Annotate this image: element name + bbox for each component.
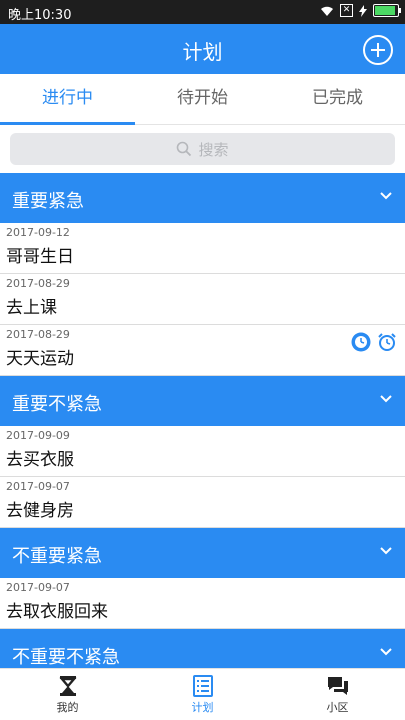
item-name: 去健身房	[6, 501, 74, 521]
item-date: 2017-08-29	[6, 328, 70, 341]
plan-list: 重要紧急 2017-09-12 哥哥生日 2017-08-29 去上课 2017…	[0, 173, 405, 679]
alarm-clock-icon[interactable]	[377, 332, 397, 352]
chat-icon	[327, 677, 348, 695]
nav-item-community[interactable]: 小区	[270, 669, 405, 720]
search-placeholder: 搜索	[198, 140, 229, 159]
list-icon	[192, 675, 213, 697]
nav-item-plan[interactable]: 计划	[135, 669, 270, 720]
item-date: 2017-08-29	[6, 277, 70, 290]
item-date: 2017-09-12	[6, 226, 70, 239]
item-name: 去上课	[6, 298, 57, 318]
charging-icon	[359, 4, 367, 17]
list-item[interactable]: 2017-09-12 哥哥生日	[0, 223, 405, 274]
list-item[interactable]: 2017-08-29 天天运动	[0, 325, 405, 376]
section-title: 重要紧急	[12, 191, 84, 212]
search-icon	[177, 141, 192, 157]
section-title: 不重要不紧急	[12, 647, 120, 668]
nav-label: 小区	[326, 701, 349, 714]
battery-icon	[373, 4, 401, 17]
add-plan-button[interactable]	[363, 35, 393, 65]
item-actions	[351, 332, 397, 352]
item-date: 2017-09-07	[6, 581, 70, 594]
section-header-important-urgent[interactable]: 重要紧急	[0, 173, 405, 223]
tab-completed[interactable]: 已完成	[270, 74, 405, 124]
status-bar: 晚上10:30 ✕	[0, 0, 405, 24]
tab-pending[interactable]: 待开始	[135, 74, 270, 124]
tab-in-progress[interactable]: 进行中	[0, 74, 135, 125]
app-header: 计划	[0, 24, 405, 74]
section-title: 不重要紧急	[12, 546, 102, 567]
list-item[interactable]: 2017-09-09 去买衣服	[0, 426, 405, 477]
status-time: 晚上10:30	[8, 8, 72, 23]
list-item[interactable]: 2017-09-07 去健身房	[0, 477, 405, 528]
section-header-not-important-urgent[interactable]: 不重要紧急	[0, 528, 405, 578]
search-input[interactable]: 搜索	[10, 133, 395, 165]
no-sim-icon: ✕	[340, 4, 353, 17]
bottom-nav: 我的 计划 小区	[0, 668, 405, 720]
status-icons: ✕	[320, 4, 401, 17]
tab-bar: 进行中 待开始 已完成	[0, 74, 405, 125]
hourglass-icon	[58, 676, 77, 696]
item-date: 2017-09-09	[6, 429, 70, 442]
section-header-important-not-urgent[interactable]: 重要不紧急	[0, 376, 405, 426]
list-item[interactable]: 2017-09-07 去取衣服回来	[0, 578, 405, 629]
item-name: 去取衣服回来	[6, 602, 108, 622]
item-date: 2017-09-07	[6, 480, 70, 493]
section-title: 重要不紧急	[12, 394, 102, 415]
item-name: 哥哥生日	[6, 247, 74, 267]
nav-label: 计划	[191, 701, 214, 714]
timer-icon[interactable]	[351, 332, 371, 352]
nav-item-mine[interactable]: 我的	[0, 669, 135, 720]
app-screen: 晚上10:30 ✕ 计划 进行中 待开始 已完成 搜索 重要紧急 2017-09…	[0, 0, 405, 720]
chevron-down-icon	[380, 648, 392, 656]
page-title: 计划	[182, 40, 223, 64]
nav-label: 我的	[56, 701, 79, 714]
wifi-icon	[321, 6, 333, 16]
chevron-down-icon	[380, 192, 392, 200]
item-name: 去买衣服	[6, 450, 74, 470]
chevron-down-icon	[380, 395, 392, 403]
chevron-down-icon	[380, 547, 392, 555]
search-area: 搜索	[0, 125, 405, 173]
list-item[interactable]: 2017-08-29 去上课	[0, 274, 405, 325]
item-name: 天天运动	[6, 349, 74, 369]
